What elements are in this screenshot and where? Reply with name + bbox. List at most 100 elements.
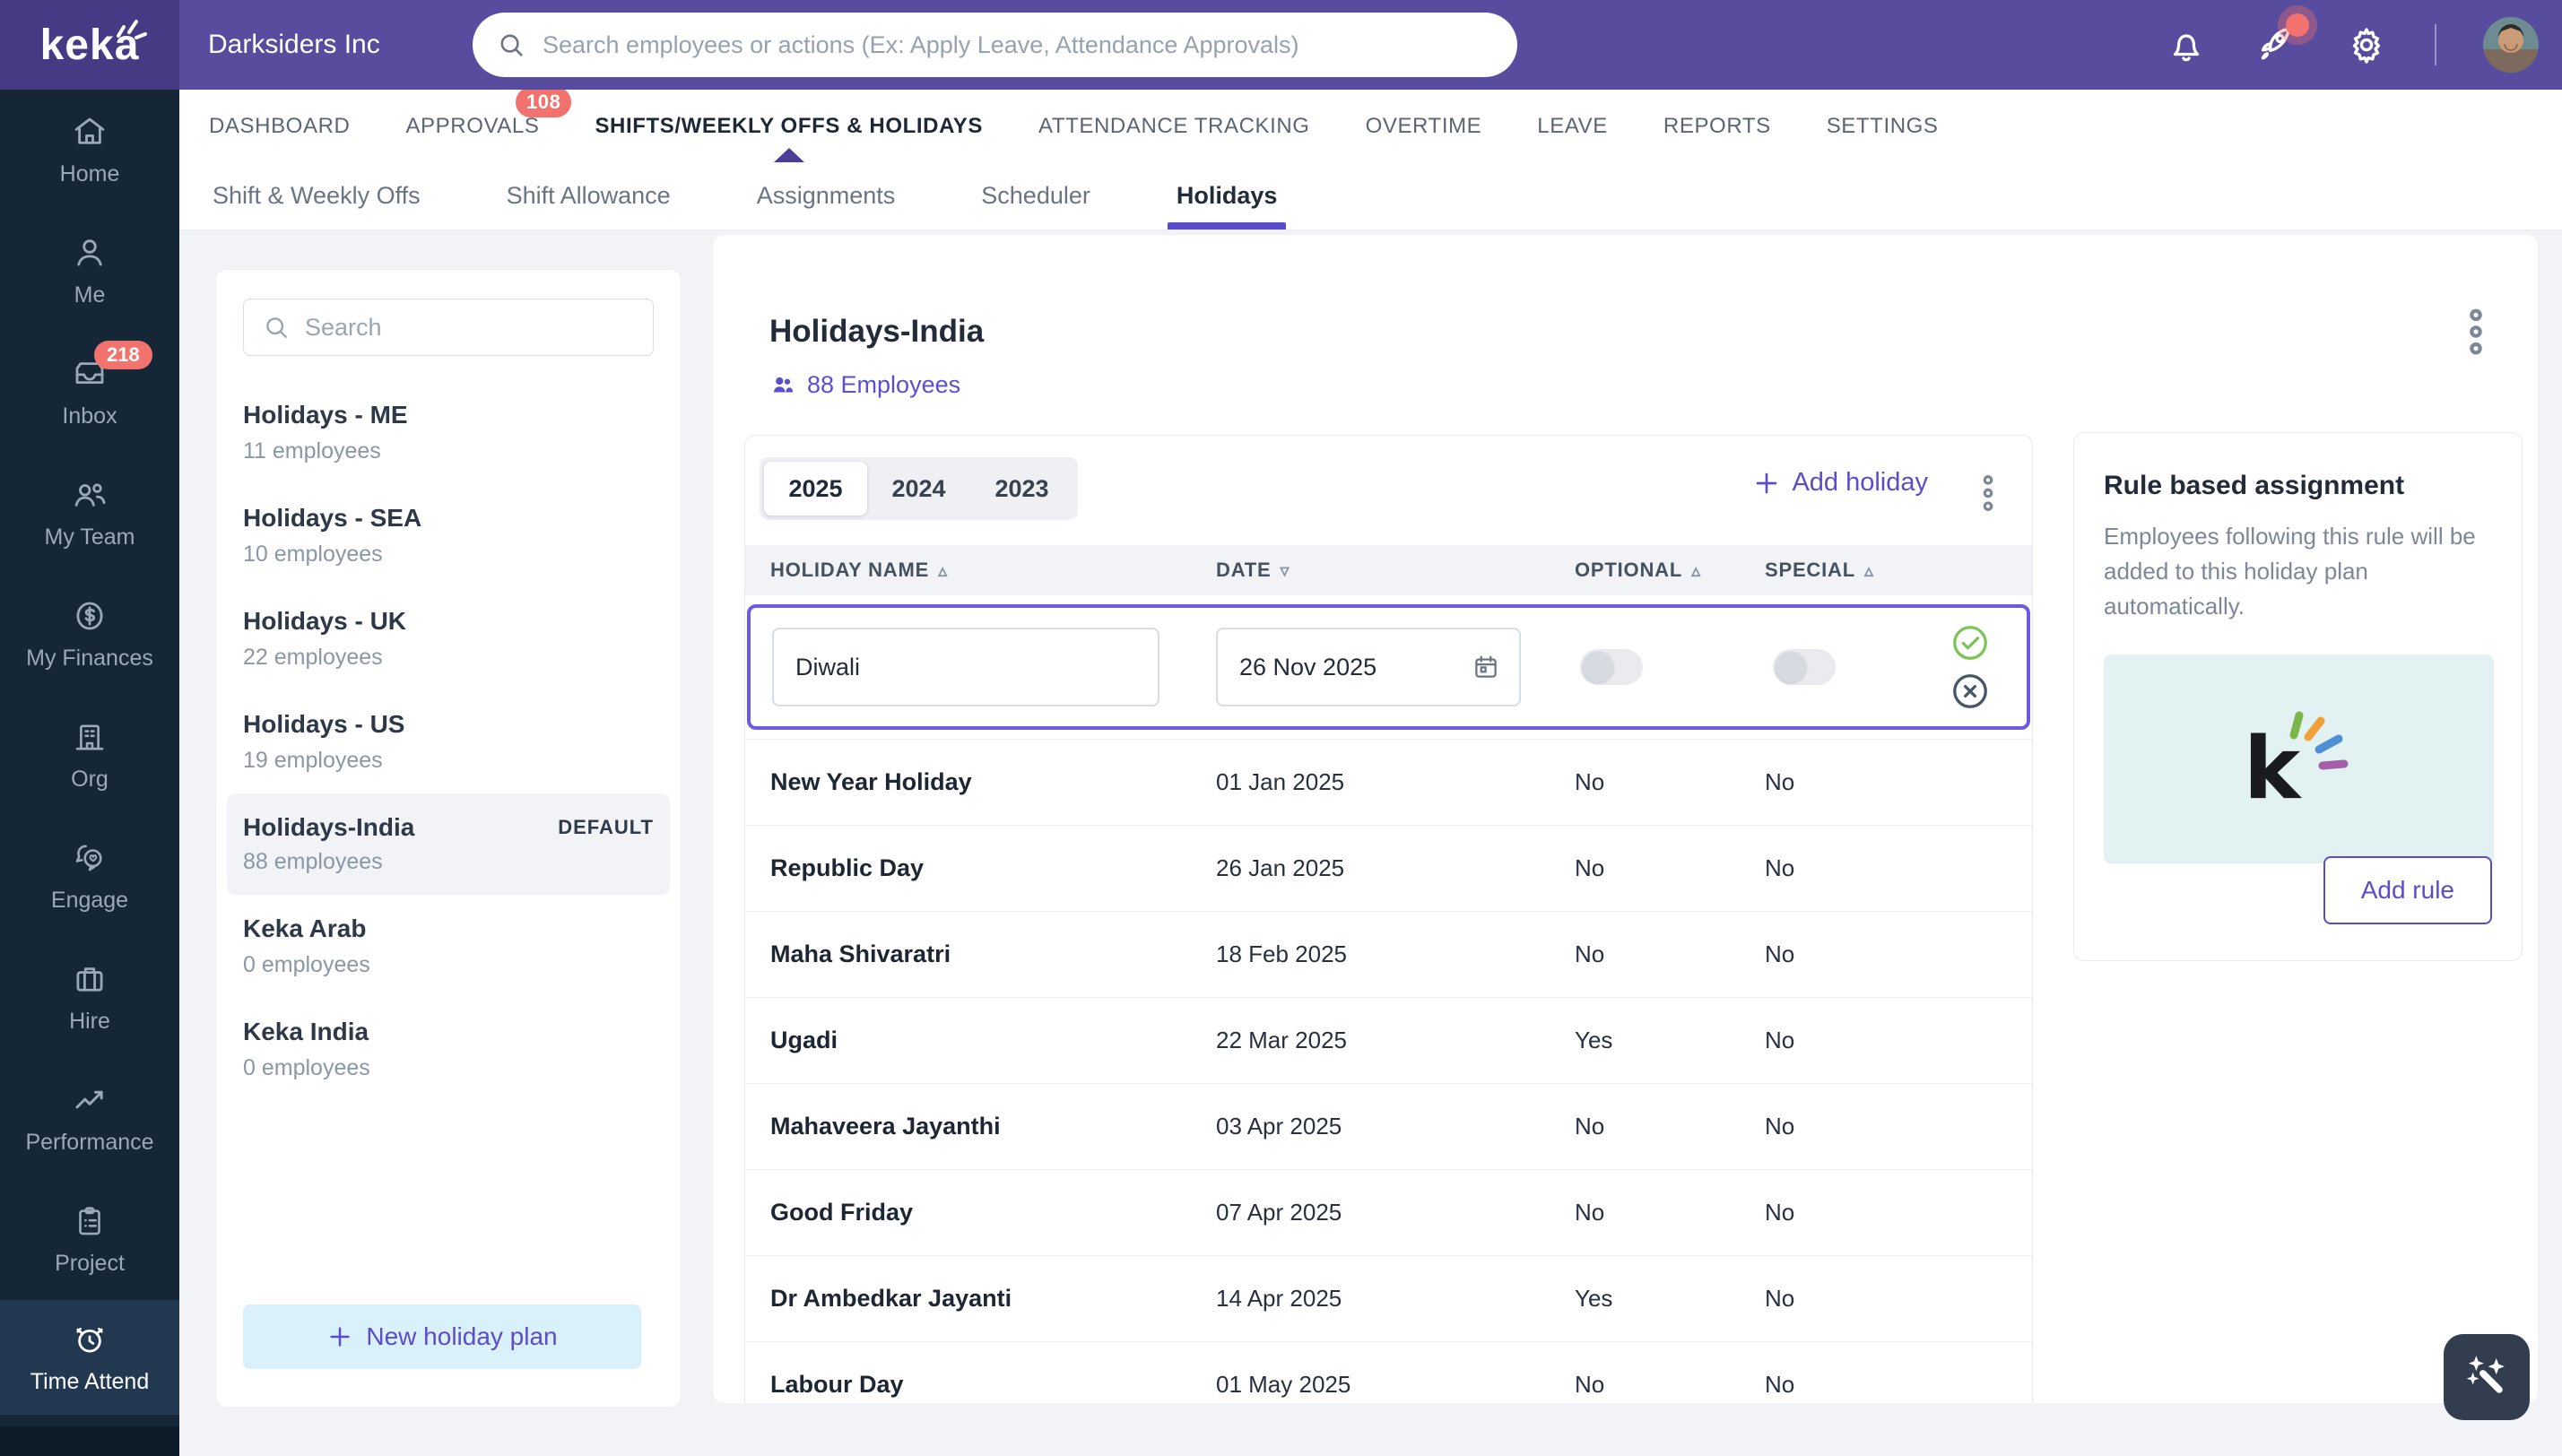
magic-wand-fab[interactable] (2444, 1334, 2530, 1420)
global-search[interactable] (473, 13, 1517, 77)
nav-item[interactable]: DASHBOARD (209, 114, 350, 139)
sidebar-item-icon (71, 234, 109, 272)
plan-list-item[interactable]: Holidays - US 19 employees (227, 690, 670, 793)
holiday-row[interactable]: Republic Day 26 Jan 2025 No No (745, 825, 2032, 911)
holiday-date-field[interactable] (1216, 628, 1521, 706)
sidebar-item[interactable]: Performance (0, 1058, 179, 1179)
sidebar-item-icon (71, 718, 109, 756)
plan-search-input[interactable] (305, 313, 635, 342)
sidebar-item-label: Engage (50, 888, 129, 913)
sort-icon[interactable]: ▵ (1864, 559, 1874, 582)
nav-item[interactable]: LEAVE (1537, 114, 1608, 139)
new-holiday-plan-button[interactable]: New holiday plan (243, 1304, 641, 1369)
holiday-row[interactable]: Good Friday 07 Apr 2025 No No (745, 1169, 2032, 1255)
sub-tab[interactable]: Shift & Weekly Offs (213, 162, 421, 230)
plan-list-item[interactable]: Keka India 0 employees (227, 998, 670, 1101)
holiday-optional: Yes (1575, 1285, 1613, 1312)
employees-link[interactable]: 88 Employees (769, 371, 960, 399)
sidebar-item[interactable]: My Finances (0, 574, 179, 695)
settings-gear-icon[interactable] (2345, 23, 2388, 66)
nav-item[interactable]: SHIFTS/WEEKLY OFFS & HOLIDAYS (595, 114, 983, 139)
plan-list-item[interactable]: Holidays - UK 22 employees (227, 587, 670, 690)
holiday-optional: No (1575, 768, 1605, 795)
sidebar-item[interactable]: My Team (0, 453, 179, 574)
sub-tab[interactable]: Shift Allowance (507, 162, 671, 230)
sidebar-item[interactable]: Org (0, 695, 179, 816)
add-holiday-button[interactable]: Add holiday (1752, 468, 1928, 498)
holiday-row[interactable]: Ugadi 22 Mar 2025 Yes No (745, 997, 2032, 1083)
nav-item-label: ATTENDANCE TRACKING (1038, 113, 1310, 138)
plan-list-item[interactable]: Holidays-India DEFAULT 88 employees (227, 793, 670, 895)
holiday-row[interactable]: Labour Day 01 May 2025 No No (745, 1341, 2032, 1403)
holiday-row[interactable]: Maha Shivaratri 18 Feb 2025 No No (745, 911, 2032, 997)
sidebar-item[interactable]: Project (0, 1179, 179, 1300)
column-header[interactable]: OPTIONAL ▵ (1575, 559, 1765, 582)
column-header[interactable]: DATE ▿ (1216, 559, 1575, 582)
sort-icon[interactable]: ▵ (938, 559, 948, 582)
year-tab[interactable]: 2023 (970, 462, 1073, 516)
nav-item-badge: 108 (515, 86, 572, 117)
sidebar-item-icon (71, 960, 109, 998)
holiday-date-input[interactable] (1239, 653, 1437, 681)
year-tab[interactable]: 2024 (867, 462, 970, 516)
holiday-date: 01 Jan 2025 (1216, 768, 1345, 795)
table-header: HOLIDAY NAME ▵ DATE ▿ OPTIONAL ▵ SPECIAL… (745, 545, 2032, 595)
sidebar-item-label: Inbox (62, 403, 117, 429)
plan-options-kebab[interactable] (2463, 307, 2488, 357)
holiday-date: 18 Feb 2025 (1216, 940, 1348, 967)
nav-item[interactable]: SETTINGS (1827, 114, 1939, 139)
plan-list-item[interactable]: Holidays - SEA 10 employees (227, 484, 670, 587)
holiday-plans-panel: Holidays - ME 11 employees Holidays - SE… (215, 269, 682, 1408)
nav-item[interactable]: REPORTS (1663, 114, 1771, 139)
holiday-row[interactable]: New Year Holiday 01 Jan 2025 No No (745, 739, 2032, 825)
sidebar-item[interactable]: Inbox 218 (0, 332, 179, 453)
keka-logo[interactable]: keka (0, 0, 179, 90)
table-options-kebab[interactable] (1978, 472, 1998, 515)
sidebar-item-label: Me (74, 282, 106, 308)
notifications-bell-icon[interactable] (2166, 24, 2207, 65)
sidebar-item[interactable]: Engage (0, 816, 179, 937)
plan-name: Holidays - SEA (243, 504, 422, 532)
plan-list-item[interactable]: Holidays - ME 11 employees (227, 381, 670, 484)
holiday-date: 07 Apr 2025 (1216, 1199, 1342, 1226)
year-tab[interactable]: 2025 (764, 462, 867, 516)
holiday-date: 22 Mar 2025 (1216, 1027, 1347, 1053)
sub-tab[interactable]: Holidays (1167, 162, 1286, 230)
nav-item-label: DASHBOARD (209, 113, 351, 138)
special-toggle[interactable] (1773, 649, 1836, 685)
cancel-holiday-button[interactable] (1950, 671, 1991, 712)
sidebar-item-icon (71, 1321, 109, 1358)
holiday-special: No (1765, 1113, 1795, 1140)
holiday-name-input[interactable] (772, 628, 1159, 706)
plan-employee-count: 0 employees (243, 1055, 370, 1080)
holiday-special: No (1765, 1027, 1795, 1053)
sidebar-item[interactable]: Time Attend (0, 1300, 179, 1415)
whats-new-rocket-icon[interactable] (2254, 13, 2309, 67)
nav-item[interactable]: APPROVALS 108 (405, 86, 572, 139)
holiday-name: Good Friday (770, 1199, 914, 1226)
topbar-divider (2435, 24, 2436, 65)
employees-link-label: 88 Employees (807, 371, 961, 398)
user-avatar[interactable] (2483, 17, 2539, 73)
global-search-input[interactable] (543, 30, 1494, 59)
sidebar-item[interactable]: Home (0, 90, 179, 211)
sidebar-item[interactable]: Me (0, 211, 179, 332)
nav-item[interactable]: ATTENDANCE TRACKING (1038, 114, 1310, 139)
sort-icon[interactable]: ▿ (1280, 559, 1290, 582)
optional-toggle[interactable] (1580, 649, 1643, 685)
save-holiday-button[interactable] (1950, 622, 1991, 663)
nav-item[interactable]: OVERTIME (1366, 114, 1482, 139)
add-rule-button[interactable]: Add rule (2323, 856, 2492, 924)
column-header[interactable]: SPECIAL ▵ (1765, 559, 2032, 582)
holiday-row[interactable]: Dr Ambedkar Jayanti 14 Apr 2025 Yes No (745, 1255, 2032, 1341)
sub-tab[interactable]: Assignments (757, 162, 896, 230)
sub-tab[interactable]: Scheduler (981, 162, 1090, 230)
plan-list-item[interactable]: Keka Arab 0 employees (227, 895, 670, 998)
holiday-row[interactable]: Mahaveera Jayanthi 03 Apr 2025 No No (745, 1083, 2032, 1169)
column-header[interactable]: HOLIDAY NAME ▵ (770, 559, 1216, 582)
plan-search[interactable] (243, 299, 654, 356)
plus-icon (326, 1323, 353, 1350)
sort-icon[interactable]: ▵ (1691, 559, 1701, 582)
holiday-special: No (1765, 1371, 1795, 1398)
sidebar-item[interactable]: Hire (0, 937, 179, 1058)
